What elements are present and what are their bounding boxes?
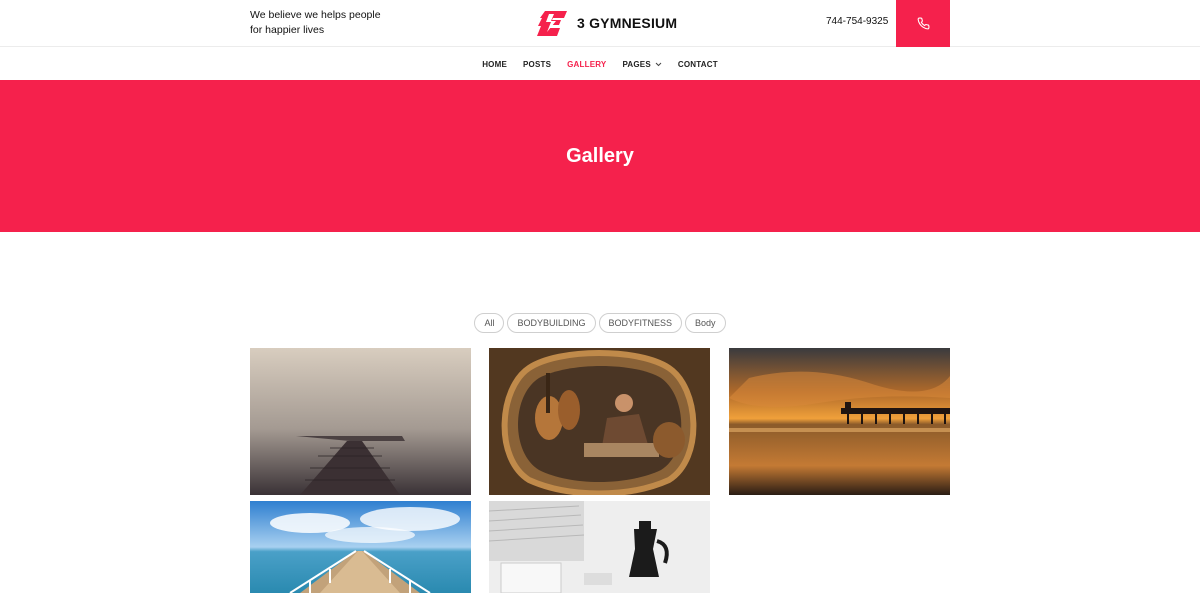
filter-bodybuilding[interactable]: BODYBUILDING (507, 313, 596, 333)
gallery-image-coffee-pot-desk[interactable] (489, 501, 710, 593)
nav-label: HOME (482, 59, 507, 69)
nav-item-contact[interactable]: CONTACT (678, 60, 718, 69)
nav-label: PAGES (622, 59, 651, 69)
phone-number[interactable]: 744-754-9325 (826, 16, 888, 27)
brand-name: 3 GYMNESIUM (577, 15, 678, 31)
nav-label: CONTACT (677, 59, 718, 69)
gallery-image-sunset-pier[interactable] (729, 348, 950, 495)
nav-item-home[interactable]: HOME (482, 60, 507, 69)
gallery-image-misty-pier[interactable] (250, 348, 471, 495)
main-nav: HOME POSTS GALLERY PAGES CONTACT (0, 48, 1200, 80)
brand-logo-link[interactable]: 3 GYMNESIUM (537, 9, 677, 37)
nav-item-gallery[interactable]: GALLERY (567, 60, 606, 69)
filter-all[interactable]: All (474, 313, 505, 333)
nav-label: GALLERY (567, 59, 607, 69)
nav-label: POSTS (523, 59, 552, 69)
filter-bodyfitness[interactable]: BODYFITNESS (598, 313, 683, 333)
nav-item-pages[interactable]: PAGES (622, 59, 662, 69)
lightning-e-logo-icon (537, 10, 567, 36)
gallery-image-boardwalk-sea[interactable] (250, 501, 471, 593)
phone-icon (917, 17, 929, 30)
call-button[interactable] (896, 0, 950, 47)
page-title: Gallery (566, 144, 634, 167)
nav-item-posts[interactable]: POSTS (523, 60, 551, 69)
tagline-line-2: for happier lives (250, 24, 325, 36)
top-bar: We believe we helps people for happier l… (0, 0, 1200, 47)
filter-body[interactable]: Body (685, 313, 726, 333)
chevron-down-icon (655, 62, 662, 66)
gallery-image-guitar-workshop[interactable] (489, 348, 710, 495)
gallery-filters: All BODYBUILDING BODYFITNESS Body (0, 313, 1200, 333)
tagline: We believe we helps people for happier l… (250, 8, 410, 38)
hero-banner: Gallery (0, 80, 1200, 232)
tagline-line-1: We believe we helps people (250, 9, 381, 21)
